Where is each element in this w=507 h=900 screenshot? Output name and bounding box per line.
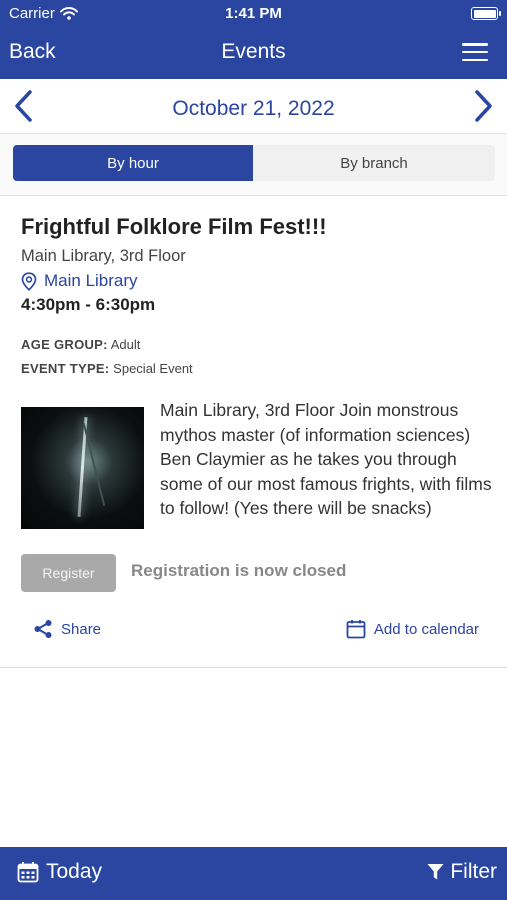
- battery-icon: [471, 7, 501, 20]
- event-thumbnail: [21, 407, 144, 529]
- status-bar: Carrier 1:41 PM: [0, 0, 507, 28]
- bottom-toolbar: Today Filter: [0, 847, 507, 900]
- registration-status: Registration is now closed: [131, 561, 347, 580]
- status-time: 1:41 PM: [225, 5, 282, 22]
- chevron-left-icon[interactable]: [8, 89, 42, 123]
- event-location: Main Library, 3rd Floor: [21, 247, 186, 265]
- date-navigator: October 21, 2022: [0, 79, 507, 134]
- age-group-row: AGE GROUP: Adult: [21, 337, 140, 352]
- page-title: Events: [221, 40, 286, 63]
- share-button[interactable]: Share: [33, 619, 101, 639]
- event-branch-label: Main Library: [44, 271, 138, 290]
- today-label: Today: [46, 860, 103, 883]
- event-title: Frightful Folklore Film Fest!!!: [21, 214, 327, 239]
- map-pin-icon: [21, 271, 37, 291]
- event-type-label: EVENT TYPE:: [21, 361, 110, 376]
- event-type-row: EVENT TYPE: Special Event: [21, 361, 193, 376]
- back-button[interactable]: Back: [9, 40, 56, 64]
- calendar-icon: [17, 862, 39, 883]
- nav-bar: Back Events: [0, 30, 507, 76]
- event-description: Main Library, 3rd Floor Join monstrous m…: [160, 400, 492, 518]
- calendar-icon: [346, 620, 366, 639]
- age-group-label: AGE GROUP:: [21, 337, 108, 352]
- hamburger-menu-icon[interactable]: [462, 41, 488, 63]
- event-time: 4:30pm - 6:30pm: [21, 295, 156, 314]
- today-button[interactable]: Today: [17, 860, 102, 884]
- event-type-value: Special Event: [113, 361, 193, 376]
- tab-by-hour[interactable]: By hour: [13, 145, 253, 181]
- view-segmented-control: By hour By branch: [0, 134, 507, 196]
- event-branch-link[interactable]: Main Library: [21, 271, 138, 291]
- top-bar: Carrier 1:41 PM Back Events: [0, 0, 507, 79]
- chevron-right-icon[interactable]: [465, 89, 499, 123]
- share-icon: [34, 620, 52, 638]
- age-group-value: Adult: [110, 337, 141, 352]
- event-card[interactable]: Frightful Folklore Film Fest!!! Main Lib…: [0, 196, 507, 668]
- current-date: October 21, 2022: [172, 97, 335, 120]
- filter-label: Filter: [450, 860, 497, 883]
- add-to-calendar-button[interactable]: Add to calendar: [346, 619, 479, 639]
- add-to-calendar-label: Add to calendar: [373, 620, 479, 638]
- register-button[interactable]: Register: [21, 554, 116, 592]
- filter-icon: [427, 864, 444, 880]
- tab-by-branch[interactable]: By branch: [253, 145, 495, 181]
- share-label: Share: [61, 620, 102, 638]
- filter-button[interactable]: Filter: [427, 860, 497, 884]
